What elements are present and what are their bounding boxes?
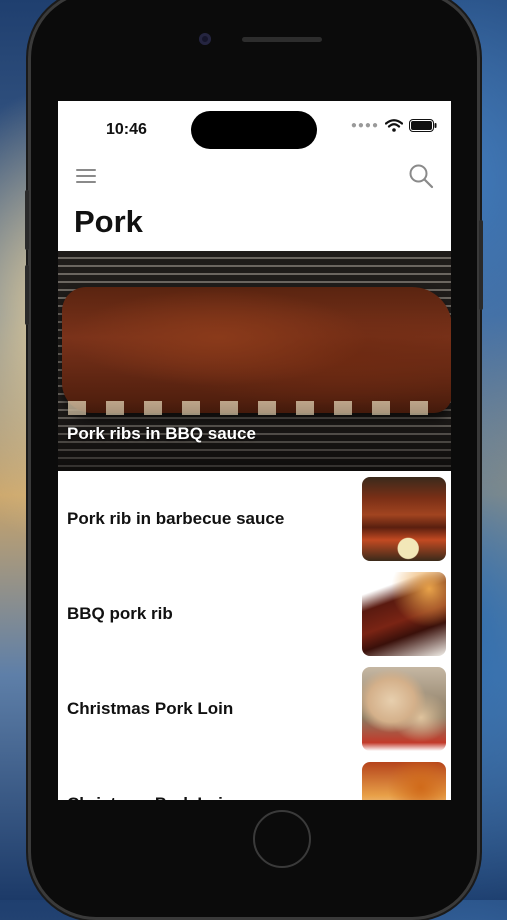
power-button — [479, 220, 483, 310]
featured-recipe-card[interactable]: Pork ribs in BBQ sauce — [58, 251, 451, 471]
search-icon[interactable] — [408, 163, 434, 189]
recipe-title: Pork rib in barbecue sauce — [67, 508, 285, 528]
status-icons: ●●●● — [351, 119, 437, 132]
earpiece-speaker — [242, 37, 322, 42]
recipe-thumbnail — [362, 477, 446, 561]
recipe-list-item[interactable]: Christmas Pork Loin — [58, 756, 451, 800]
recipe-thumbnail — [362, 762, 446, 800]
volume-up-button — [25, 190, 29, 250]
recipe-list-item[interactable]: Christmas Pork Loin — [58, 661, 451, 756]
recipe-title: Christmas Pork Loin — [67, 756, 233, 801]
battery-icon — [409, 119, 437, 132]
featured-image-ribs — [62, 287, 451, 413]
app-screen: 10:46 ●●●● Pork Pork ribs in BBQ sauce P… — [58, 101, 451, 800]
status-bar: 10:46 ●●●● — [58, 101, 451, 157]
recipe-thumbnail — [362, 667, 446, 751]
front-camera — [199, 33, 211, 45]
status-time: 10:46 — [106, 121, 147, 138]
dynamic-island — [191, 111, 317, 149]
recipe-title: BBQ pork rib — [67, 603, 173, 623]
hamburger-menu-icon[interactable] — [76, 169, 96, 185]
page-title: Pork — [74, 204, 143, 239]
featured-recipe-title: Pork ribs in BBQ sauce — [67, 424, 256, 443]
recipe-list-item[interactable]: BBQ pork rib — [58, 566, 451, 661]
signal-dots-icon: ●●●● — [350, 120, 379, 131]
wifi-icon — [385, 119, 403, 132]
recipe-title: Christmas Pork Loin — [67, 698, 234, 718]
volume-down-button — [25, 265, 29, 325]
recipe-list-item[interactable]: Pork rib in barbecue sauce — [58, 471, 451, 566]
app-bar — [58, 157, 451, 197]
home-button[interactable] — [253, 810, 311, 868]
recipe-thumbnail — [362, 572, 446, 656]
